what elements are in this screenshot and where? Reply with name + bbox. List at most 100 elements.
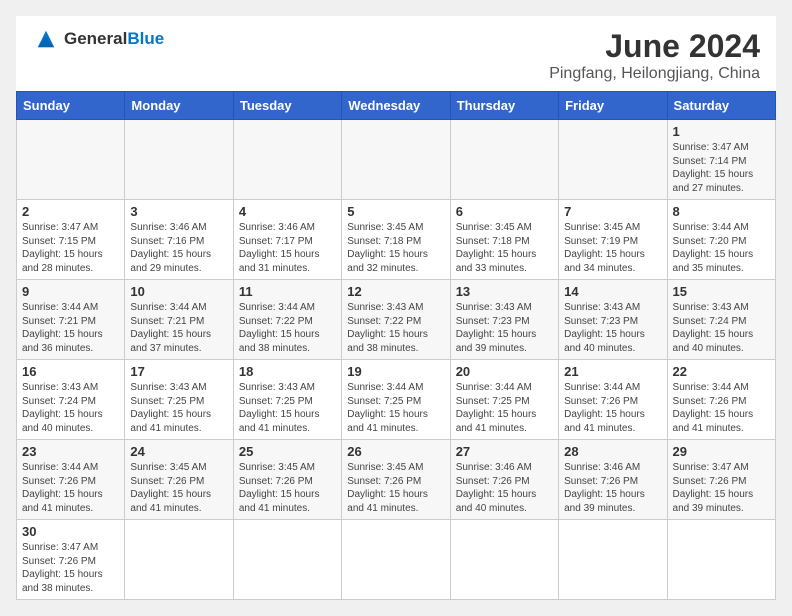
day-number: 3 bbox=[130, 204, 227, 219]
calendar-cell: 28 Sunrise: 3:46 AM Sunset: 7:26 PM Dayli… bbox=[559, 440, 667, 520]
weekday-header-row: SundayMondayTuesdayWednesdayThursdayFrid… bbox=[17, 92, 776, 120]
calendar-cell bbox=[17, 120, 125, 200]
calendar-cell bbox=[450, 120, 558, 200]
week-row-4: 23 Sunrise: 3:44 AM Sunset: 7:26 PM Dayli… bbox=[17, 440, 776, 520]
day-number: 24 bbox=[130, 444, 227, 459]
calendar-cell: 27 Sunrise: 3:46 AM Sunset: 7:26 PM Dayli… bbox=[450, 440, 558, 520]
day-number: 2 bbox=[22, 204, 119, 219]
calendar-table: SundayMondayTuesdayWednesdayThursdayFrid… bbox=[16, 91, 776, 600]
calendar-cell: 10Sunrise: 3:44 AM Sunset: 7:21 PM Dayli… bbox=[125, 280, 233, 360]
calendar-cell bbox=[450, 520, 558, 600]
weekday-header-friday: Friday bbox=[559, 92, 667, 120]
calendar-cell: 13 Sunrise: 3:43 AM Sunset: 7:23 PM Dayli… bbox=[450, 280, 558, 360]
day-number: 28 bbox=[564, 444, 661, 459]
weekday-header-sunday: Sunday bbox=[17, 92, 125, 120]
day-info: Sunrise: 3:46 AM Sunset: 7:16 PM Dayligh… bbox=[130, 221, 227, 275]
day-number: 9 bbox=[22, 284, 119, 299]
day-info: Sunrise: 3:44 AM Sunset: 7:26 PM Dayligh… bbox=[22, 461, 119, 515]
day-number: 4 bbox=[239, 204, 336, 219]
day-info: Sunrise: 3:43 AM Sunset: 7:24 PM Dayligh… bbox=[22, 381, 119, 435]
calendar-cell: 18Sunrise: 3:43 AM Sunset: 7:25 PM Dayli… bbox=[233, 360, 341, 440]
day-info: Sunrise: 3:43 AM Sunset: 7:23 PM Dayligh… bbox=[456, 301, 553, 355]
day-info: Sunrise: 3:43 AM Sunset: 7:25 PM Dayligh… bbox=[130, 381, 227, 435]
day-number: 16 bbox=[22, 364, 119, 379]
week-row-2: 9 Sunrise: 3:44 AM Sunset: 7:21 PM Daylig… bbox=[17, 280, 776, 360]
weekday-header-tuesday: Tuesday bbox=[233, 92, 341, 120]
logo-icon bbox=[32, 28, 60, 50]
calendar-cell: 20Sunrise: 3:44 AM Sunset: 7:25 PM Dayli… bbox=[450, 360, 558, 440]
month-year-title: June 2024 bbox=[549, 28, 760, 65]
day-number: 29 bbox=[673, 444, 770, 459]
day-number: 18 bbox=[239, 364, 336, 379]
calendar-cell: 21Sunrise: 3:44 AM Sunset: 7:26 PM Dayli… bbox=[559, 360, 667, 440]
calendar-cell: 7Sunrise: 3:45 AM Sunset: 7:19 PM Daylig… bbox=[559, 200, 667, 280]
day-info: Sunrise: 3:46 AM Sunset: 7:26 PM Dayligh… bbox=[456, 461, 553, 515]
weekday-header-saturday: Saturday bbox=[667, 92, 775, 120]
day-info: Sunrise: 3:47 AM Sunset: 7:26 PM Dayligh… bbox=[22, 541, 119, 595]
day-number: 25 bbox=[239, 444, 336, 459]
day-number: 1 bbox=[673, 124, 770, 139]
day-number: 23 bbox=[22, 444, 119, 459]
day-info: Sunrise: 3:47 AM Sunset: 7:15 PM Dayligh… bbox=[22, 221, 119, 275]
day-number: 27 bbox=[456, 444, 553, 459]
calendar-cell: 6 Sunrise: 3:45 AM Sunset: 7:18 PM Daylig… bbox=[450, 200, 558, 280]
calendar-cell: 29Sunrise: 3:47 AM Sunset: 7:26 PM Dayli… bbox=[667, 440, 775, 520]
day-info: Sunrise: 3:44 AM Sunset: 7:21 PM Dayligh… bbox=[22, 301, 119, 355]
calendar-page: GeneralBlue June 2024 Pingfang, Heilongj… bbox=[16, 16, 776, 600]
day-info: Sunrise: 3:45 AM Sunset: 7:18 PM Dayligh… bbox=[347, 221, 444, 275]
calendar-cell: 4Sunrise: 3:46 AM Sunset: 7:17 PM Daylig… bbox=[233, 200, 341, 280]
weekday-header-monday: Monday bbox=[125, 92, 233, 120]
day-number: 13 bbox=[456, 284, 553, 299]
day-info: Sunrise: 3:45 AM Sunset: 7:18 PM Dayligh… bbox=[456, 221, 553, 275]
week-row-1: 2 Sunrise: 3:47 AM Sunset: 7:15 PM Daylig… bbox=[17, 200, 776, 280]
week-row-0: 1 Sunrise: 3:47 AM Sunset: 7:14 PM Daylig… bbox=[17, 120, 776, 200]
week-row-5: 30 Sunrise: 3:47 AM Sunset: 7:26 PM Dayli… bbox=[17, 520, 776, 600]
day-info: Sunrise: 3:46 AM Sunset: 7:26 PM Dayligh… bbox=[564, 461, 661, 515]
day-info: Sunrise: 3:44 AM Sunset: 7:25 PM Dayligh… bbox=[347, 381, 444, 435]
calendar-cell bbox=[342, 120, 450, 200]
day-number: 8 bbox=[673, 204, 770, 219]
calendar-cell: 17 Sunrise: 3:43 AM Sunset: 7:25 PM Dayli… bbox=[125, 360, 233, 440]
calendar-cell bbox=[559, 120, 667, 200]
day-number: 12 bbox=[347, 284, 444, 299]
day-number: 7 bbox=[564, 204, 661, 219]
calendar-cell: 15Sunrise: 3:43 AM Sunset: 7:24 PM Dayli… bbox=[667, 280, 775, 360]
day-number: 26 bbox=[347, 444, 444, 459]
calendar-cell: 2 Sunrise: 3:47 AM Sunset: 7:15 PM Daylig… bbox=[17, 200, 125, 280]
day-number: 20 bbox=[456, 364, 553, 379]
calendar-cell bbox=[233, 120, 341, 200]
day-info: Sunrise: 3:43 AM Sunset: 7:23 PM Dayligh… bbox=[564, 301, 661, 355]
calendar-cell: 23 Sunrise: 3:44 AM Sunset: 7:26 PM Dayli… bbox=[17, 440, 125, 520]
calendar-cell bbox=[125, 520, 233, 600]
calendar-cell bbox=[667, 520, 775, 600]
calendar-cell: 12Sunrise: 3:43 AM Sunset: 7:22 PM Dayli… bbox=[342, 280, 450, 360]
calendar-cell: 5Sunrise: 3:45 AM Sunset: 7:18 PM Daylig… bbox=[342, 200, 450, 280]
day-number: 22 bbox=[673, 364, 770, 379]
calendar-cell: 14Sunrise: 3:43 AM Sunset: 7:23 PM Dayli… bbox=[559, 280, 667, 360]
calendar-cell: 30 Sunrise: 3:47 AM Sunset: 7:26 PM Dayli… bbox=[17, 520, 125, 600]
logo-text: GeneralBlue bbox=[64, 29, 164, 49]
header: GeneralBlue June 2024 Pingfang, Heilongj… bbox=[16, 16, 776, 91]
calendar-cell: 19Sunrise: 3:44 AM Sunset: 7:25 PM Dayli… bbox=[342, 360, 450, 440]
calendar-cell: 3 Sunrise: 3:46 AM Sunset: 7:16 PM Daylig… bbox=[125, 200, 233, 280]
calendar-cell: 1 Sunrise: 3:47 AM Sunset: 7:14 PM Daylig… bbox=[667, 120, 775, 200]
day-info: Sunrise: 3:44 AM Sunset: 7:26 PM Dayligh… bbox=[673, 381, 770, 435]
day-info: Sunrise: 3:44 AM Sunset: 7:22 PM Dayligh… bbox=[239, 301, 336, 355]
location-subtitle: Pingfang, Heilongjiang, China bbox=[549, 65, 760, 83]
day-number: 30 bbox=[22, 524, 119, 539]
day-number: 15 bbox=[673, 284, 770, 299]
day-number: 17 bbox=[130, 364, 227, 379]
calendar-cell bbox=[233, 520, 341, 600]
calendar-cell: 22 Sunrise: 3:44 AM Sunset: 7:26 PM Dayli… bbox=[667, 360, 775, 440]
day-info: Sunrise: 3:44 AM Sunset: 7:20 PM Dayligh… bbox=[673, 221, 770, 275]
calendar-cell: 25Sunrise: 3:45 AM Sunset: 7:26 PM Dayli… bbox=[233, 440, 341, 520]
day-info: Sunrise: 3:45 AM Sunset: 7:26 PM Dayligh… bbox=[347, 461, 444, 515]
calendar-cell: 24 Sunrise: 3:45 AM Sunset: 7:26 PM Dayli… bbox=[125, 440, 233, 520]
day-info: Sunrise: 3:44 AM Sunset: 7:26 PM Dayligh… bbox=[564, 381, 661, 435]
day-info: Sunrise: 3:45 AM Sunset: 7:26 PM Dayligh… bbox=[130, 461, 227, 515]
title-block: June 2024 Pingfang, Heilongjiang, China bbox=[549, 28, 760, 83]
calendar-cell bbox=[125, 120, 233, 200]
day-info: Sunrise: 3:47 AM Sunset: 7:14 PM Dayligh… bbox=[673, 141, 770, 195]
day-number: 6 bbox=[456, 204, 553, 219]
day-info: Sunrise: 3:44 AM Sunset: 7:21 PM Dayligh… bbox=[130, 301, 227, 355]
